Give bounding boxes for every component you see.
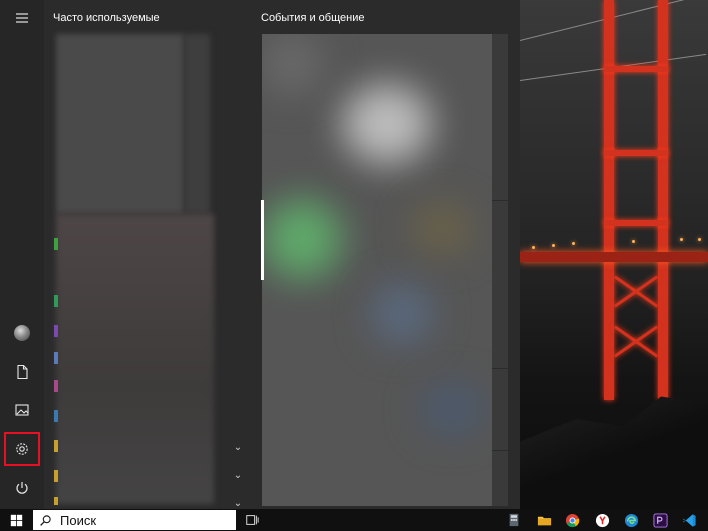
tiles-panel[interactable] (262, 34, 492, 506)
app-list-item[interactable] (54, 295, 58, 307)
app-list-item[interactable] (54, 380, 58, 392)
hamburger-menu-icon[interactable] (4, 1, 40, 35)
tiles-scroll-column (492, 34, 508, 506)
app-list-item[interactable] (54, 238, 58, 250)
chevron-down-icon[interactable]: ⌄ (232, 470, 244, 481)
start-rail (0, 0, 44, 509)
documents-icon[interactable] (4, 355, 40, 389)
chevron-down-icon[interactable]: ⌄ (232, 442, 244, 453)
user-avatar[interactable] (4, 316, 40, 350)
pictures-icon[interactable] (4, 393, 40, 427)
power-icon[interactable] (4, 471, 40, 505)
app-list-item[interactable] (54, 325, 58, 337)
frequent-apps-title: Часто используемые (53, 12, 160, 24)
start-menu: Часто используемые События и общение ⌄ ⌄… (0, 0, 520, 509)
app-list-item[interactable] (54, 497, 58, 505)
app-list-item[interactable] (54, 440, 58, 452)
search-icon (40, 514, 51, 526)
tiles-group-title: События и общение (261, 12, 365, 24)
windows-start-button[interactable] (0, 509, 32, 531)
task-view-icon[interactable] (243, 511, 261, 529)
app-list-item[interactable] (54, 352, 58, 364)
app-list-item[interactable] (54, 470, 58, 482)
chrome-icon[interactable] (563, 511, 581, 529)
taskbar: Поиск (0, 509, 708, 531)
premiere-icon[interactable] (651, 511, 669, 529)
tile-drag-indicator (261, 200, 264, 280)
desktop-wallpaper (520, 0, 708, 509)
settings-icon[interactable] (4, 432, 40, 466)
app-list-item[interactable] (54, 410, 58, 422)
taskbar-search-box[interactable]: Поиск (33, 510, 236, 530)
vscode-icon[interactable] (680, 511, 698, 529)
yandex-browser-icon[interactable] (593, 511, 611, 529)
chevron-down-icon[interactable]: ⌄ (232, 498, 244, 509)
search-placeholder: Поиск (60, 512, 97, 528)
windows-logo-icon (10, 514, 22, 526)
edge-icon[interactable] (622, 511, 640, 529)
file-explorer-icon[interactable] (535, 511, 553, 529)
calculator-icon[interactable] (505, 511, 523, 529)
